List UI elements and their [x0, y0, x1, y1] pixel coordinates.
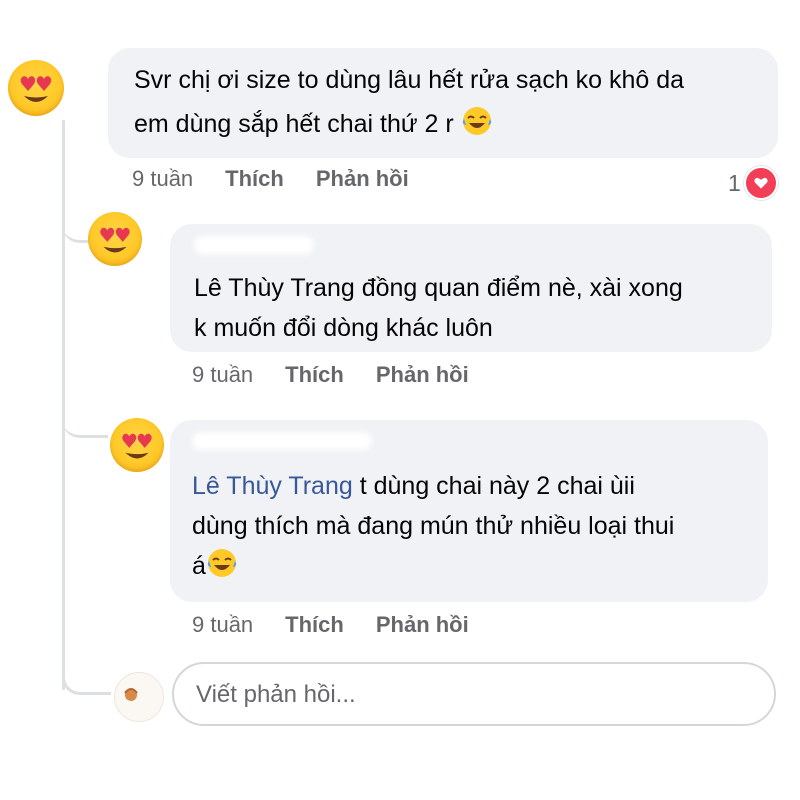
- comment-text-fragment: á: [192, 552, 206, 580]
- comment-meta: 9 tuần Thích Phản hồi: [192, 612, 501, 638]
- reply-button[interactable]: Phản hồi: [376, 612, 469, 638]
- like-button[interactable]: Thích: [225, 166, 284, 192]
- mention-link[interactable]: Lê Thùy Trang: [192, 472, 353, 500]
- reaction-count-number: 1: [728, 169, 741, 196]
- comment-text-line: k muốn đổi dòng khác luôn: [194, 314, 493, 342]
- comment-bubble[interactable]: Svr chị ơi size to dùng lâu hết rửa sạch…: [108, 48, 778, 158]
- like-button[interactable]: Thích: [285, 612, 344, 638]
- comment-bubble[interactable]: Lê Thùy Trang t dùng chai này 2 chai ùii…: [170, 420, 768, 602]
- comment-text-line: Lê Thùy Trang đồng quan điểm nè, xài xon…: [194, 274, 683, 302]
- thread-elbow-3: [62, 650, 111, 695]
- comment-time: 9 tuần: [132, 166, 194, 191]
- heart-eyes-emoji-icon[interactable]: [110, 418, 164, 472]
- reply-button[interactable]: Phản hồi: [376, 362, 469, 388]
- reply-input[interactable]: [194, 674, 758, 716]
- reaction-count[interactable]: 1: [728, 166, 778, 200]
- tears-of-joy-emoji-icon: [206, 547, 238, 579]
- comment-time: 9 tuần: [192, 362, 254, 387]
- comment-time: 9 tuần: [192, 612, 254, 637]
- comment-text-fragment: t dùng chai này 2 chai ùii: [352, 472, 635, 500]
- comment-text-line: em dùng sắp hết chai thứ 2 r: [134, 102, 493, 146]
- comment-bubble[interactable]: Lê Thùy Trang đồng quan điểm nè, xài xon…: [170, 224, 772, 352]
- comment-text-line: Lê Thùy Trang t dùng chai này 2 chai ùii: [192, 464, 635, 508]
- avatar[interactable]: [114, 672, 164, 722]
- comment-text-line: Svr chị ơi size to dùng lâu hết rửa sạch…: [134, 66, 685, 94]
- tears-of-joy-emoji-icon: [461, 105, 493, 137]
- author-name-redacted: [194, 236, 314, 254]
- author-name-redacted: [192, 432, 372, 450]
- comment-text-line: em dùng sắp hết chai thứ 2 r: [134, 110, 454, 138]
- heart-reaction-icon: [743, 166, 778, 200]
- comment-meta: 9 tuần Thích Phản hồi: [132, 166, 441, 192]
- heart-eyes-emoji-icon[interactable]: [8, 60, 64, 116]
- thread-elbow-1: [62, 200, 90, 243]
- reply-input-container[interactable]: [172, 662, 776, 726]
- comment-meta: 9 tuần Thích Phản hồi: [192, 362, 501, 388]
- like-button[interactable]: Thích: [285, 362, 344, 388]
- heart-eyes-emoji-icon[interactable]: [88, 212, 142, 266]
- comment-text-line: dùng thích mà đang mún thử nhiều loại th…: [192, 512, 675, 540]
- reply-button[interactable]: Phản hồi: [316, 166, 409, 192]
- comment-text-line: á: [192, 544, 238, 588]
- thread-elbow-2: [62, 395, 108, 438]
